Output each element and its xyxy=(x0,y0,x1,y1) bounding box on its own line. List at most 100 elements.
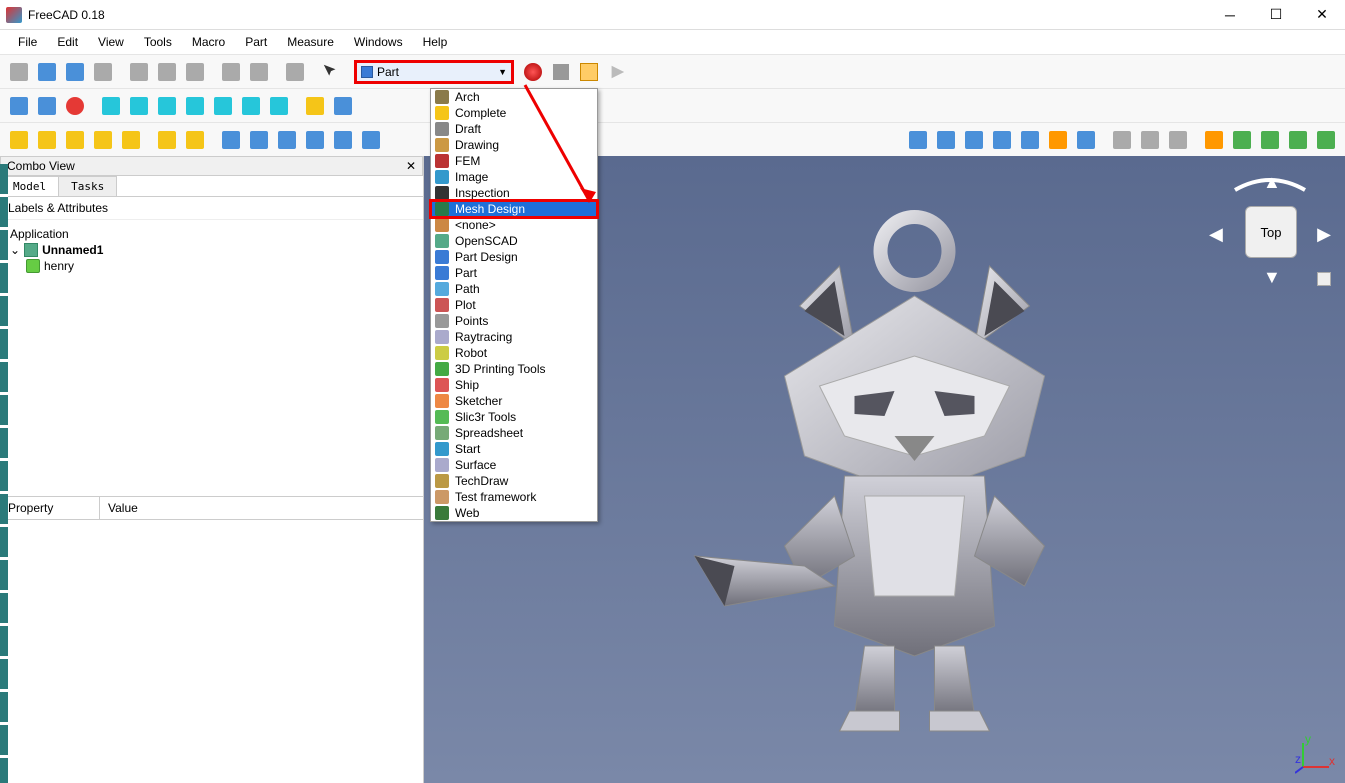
macro-play-icon[interactable] xyxy=(604,59,630,85)
maximize-button[interactable]: ☐ xyxy=(1253,0,1299,30)
workbench-option-inspection[interactable]: Inspection xyxy=(431,185,597,201)
workbench-option-start[interactable]: Start xyxy=(431,441,597,457)
workbench-option-points[interactable]: Points xyxy=(431,313,597,329)
workbench-option-sketcher[interactable]: Sketcher xyxy=(431,393,597,409)
part-primitives-icon[interactable] xyxy=(154,127,180,153)
menu-view[interactable]: View xyxy=(90,33,132,51)
workbench-option-raytracing[interactable]: Raytracing xyxy=(431,329,597,345)
part-cut-icon[interactable] xyxy=(961,127,987,153)
view-rear-icon[interactable] xyxy=(210,93,236,119)
navigation-cube[interactable]: ▲ ◀ ▶ ▼ Top xyxy=(1215,166,1325,286)
workbench-option-path[interactable]: Path xyxy=(431,281,597,297)
offset-icon[interactable] xyxy=(1285,127,1311,153)
draw-style-icon[interactable] xyxy=(62,93,88,119)
minimize-button[interactable]: ─ xyxy=(1207,0,1253,30)
menu-macro[interactable]: Macro xyxy=(184,33,233,51)
measure-icon[interactable] xyxy=(302,93,328,119)
make-face-icon[interactable] xyxy=(1201,127,1227,153)
part-cylinder-icon[interactable] xyxy=(34,127,60,153)
workbench-option-ship[interactable]: Ship xyxy=(431,377,597,393)
workbench-option--none-[interactable]: <none> xyxy=(431,217,597,233)
workbench-dropdown[interactable]: ArchCompleteDraftDrawingFEMImageInspecti… xyxy=(430,88,598,522)
macro-edit-icon[interactable] xyxy=(576,59,602,85)
whatsthis-icon[interactable] xyxy=(318,59,344,85)
expand-icon[interactable]: ⌄ xyxy=(10,243,20,257)
view-left-icon[interactable] xyxy=(266,93,292,119)
copy-icon[interactable] xyxy=(154,59,180,85)
menu-measure[interactable]: Measure xyxy=(279,33,342,51)
view-right-icon[interactable] xyxy=(182,93,208,119)
zoom-fit-icon[interactable] xyxy=(6,93,32,119)
menu-windows[interactable]: Windows xyxy=(346,33,411,51)
part-sphere-icon[interactable] xyxy=(62,127,88,153)
refresh-icon[interactable] xyxy=(282,59,308,85)
part-ruled-icon[interactable] xyxy=(358,127,384,153)
workbench-option-openscad[interactable]: OpenSCAD xyxy=(431,233,597,249)
workbench-option-slic3r-tools[interactable]: Slic3r Tools xyxy=(431,409,597,425)
macro-record-icon[interactable] xyxy=(520,59,546,85)
part-revolve-icon[interactable] xyxy=(246,127,272,153)
workbench-option-techdraw[interactable]: TechDraw xyxy=(431,473,597,489)
nav-right-arrow[interactable]: ▶ xyxy=(1317,224,1331,245)
workbench-option-3d-printing-tools[interactable]: 3D Printing Tools xyxy=(431,361,597,377)
workbench-option-image[interactable]: Image xyxy=(431,169,597,185)
part-common-icon[interactable] xyxy=(1017,127,1043,153)
view-iso-icon[interactable] xyxy=(98,93,124,119)
workbench-option-draft[interactable]: Draft xyxy=(431,121,597,137)
thickness-icon[interactable] xyxy=(1313,127,1339,153)
menu-edit[interactable]: Edit xyxy=(49,33,86,51)
model-tree[interactable]: Application ⌄Unnamed1 henry xyxy=(0,220,423,496)
workbench-option-surface[interactable]: Surface xyxy=(431,457,597,473)
sweep-icon[interactable] xyxy=(1257,127,1283,153)
undo-icon[interactable] xyxy=(218,59,244,85)
saveas-icon[interactable] xyxy=(90,59,116,85)
workbench-option-part-design[interactable]: Part Design xyxy=(431,249,597,265)
part-fuse-icon[interactable] xyxy=(989,127,1015,153)
menu-tools[interactable]: Tools xyxy=(136,33,180,51)
part-torus-icon[interactable] xyxy=(118,127,144,153)
part-split-icon[interactable] xyxy=(1073,127,1099,153)
workbench-option-robot[interactable]: Robot xyxy=(431,345,597,361)
view-top-icon[interactable] xyxy=(154,93,180,119)
redo-icon[interactable] xyxy=(246,59,272,85)
workbench-option-drawing[interactable]: Drawing xyxy=(431,137,597,153)
workbench-option-test-framework[interactable]: Test framework xyxy=(431,489,597,505)
macro-stop-icon[interactable] xyxy=(548,59,574,85)
workbench-option-arch[interactable]: Arch xyxy=(431,89,597,105)
part-builder-icon[interactable] xyxy=(182,127,208,153)
new-icon[interactable] xyxy=(6,59,32,85)
view-front-icon[interactable] xyxy=(126,93,152,119)
part-compound-icon[interactable] xyxy=(905,127,931,153)
part-cone-icon[interactable] xyxy=(90,127,116,153)
close-button[interactable]: ✕ xyxy=(1299,0,1345,30)
menu-file[interactable]: File xyxy=(10,33,45,51)
cut-icon[interactable] xyxy=(126,59,152,85)
part-mirror-icon[interactable] xyxy=(274,127,300,153)
nav-left-arrow[interactable]: ◀ xyxy=(1209,224,1223,245)
loft-icon[interactable] xyxy=(1229,127,1255,153)
part-chamfer-icon[interactable] xyxy=(330,127,356,153)
menu-help[interactable]: Help xyxy=(415,33,456,51)
part-extrude-icon[interactable] xyxy=(218,127,244,153)
measure2-icon[interactable] xyxy=(330,93,356,119)
nav-up-arrow[interactable]: ▲ xyxy=(1263,172,1281,193)
part-fillet-icon[interactable] xyxy=(302,127,328,153)
nav-down-arrow[interactable]: ▼ xyxy=(1263,267,1281,288)
workbench-option-complete[interactable]: Complete xyxy=(431,105,597,121)
part-check-icon[interactable] xyxy=(1109,127,1135,153)
tree-document[interactable]: Unnamed1 xyxy=(42,243,103,257)
part-section-icon[interactable] xyxy=(1137,127,1163,153)
tree-object[interactable]: henry xyxy=(44,259,74,273)
part-box-icon[interactable] xyxy=(6,127,32,153)
part-join-icon[interactable] xyxy=(1045,127,1071,153)
workbench-selector[interactable]: Part ▼ xyxy=(354,60,514,84)
tab-model[interactable]: Model xyxy=(0,176,59,196)
save-icon[interactable] xyxy=(62,59,88,85)
part-cross-icon[interactable] xyxy=(1165,127,1191,153)
workbench-option-fem[interactable]: FEM xyxy=(431,153,597,169)
navcube-mini[interactable] xyxy=(1317,272,1331,286)
workbench-option-plot[interactable]: Plot xyxy=(431,297,597,313)
workbench-option-part[interactable]: Part xyxy=(431,265,597,281)
workbench-option-web[interactable]: Web xyxy=(431,505,597,521)
open-icon[interactable] xyxy=(34,59,60,85)
